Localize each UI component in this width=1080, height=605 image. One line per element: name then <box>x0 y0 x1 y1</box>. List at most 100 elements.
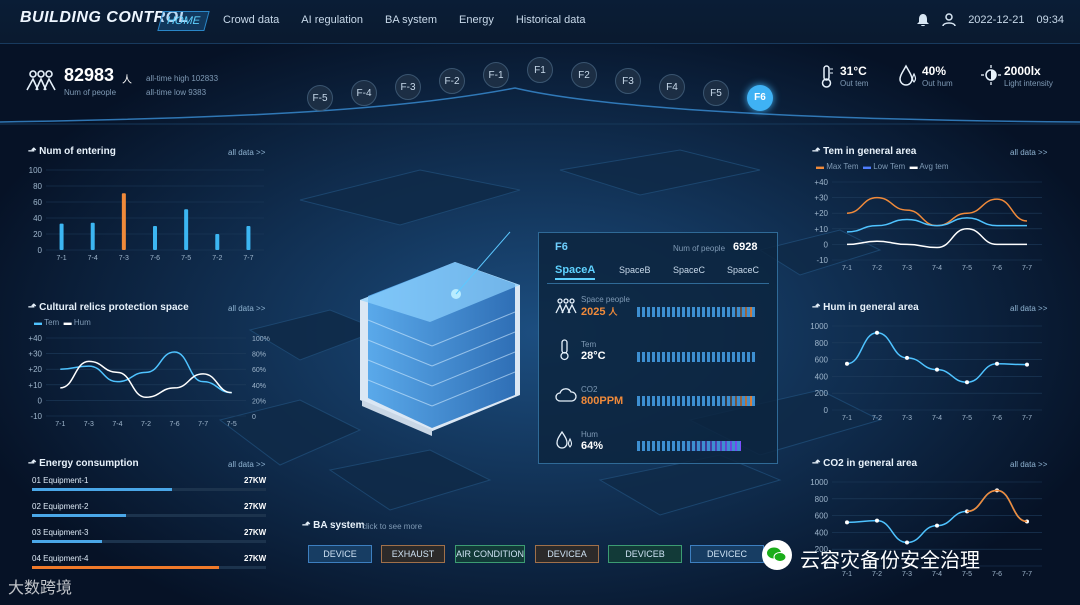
floor-detail-popup: F6 Num of people 6928 SpaceA SpaceB Spac… <box>538 232 778 464</box>
energy-item-label: 03 Equipment-3 <box>32 528 89 537</box>
floor-button-f-2[interactable]: F-2 <box>439 68 465 94</box>
energy-item-label: 02 Equipment-2 <box>32 502 89 511</box>
bell-icon[interactable] <box>916 13 930 27</box>
nav-ba-system[interactable]: BA system <box>379 11 443 31</box>
x-tick-label: 7-4 <box>932 265 942 272</box>
y-tick-label: +30 <box>814 194 828 203</box>
data-point <box>875 518 879 523</box>
floor-button-f-3[interactable]: F-3 <box>395 74 421 100</box>
nav-energy[interactable]: Energy <box>453 11 500 31</box>
nav-crowd-data[interactable]: Crowd data <box>217 11 285 31</box>
people-label: Num of people <box>64 88 117 97</box>
tab-space-b[interactable]: SpaceB <box>619 265 651 275</box>
y2-tick-label: 100% <box>252 336 270 343</box>
light-label: Light intensity <box>1004 79 1053 88</box>
ba-exhaust-button[interactable]: EXHAUST <box>381 545 445 563</box>
tab-space-c-2[interactable]: SpaceC <box>727 265 759 275</box>
nav-historical-data[interactable]: Historical data <box>510 11 592 31</box>
bar <box>215 234 220 250</box>
series-line <box>846 489 1028 544</box>
floor-button-f4[interactable]: F4 <box>659 74 685 100</box>
humarea-all-data-link[interactable]: all data >> <box>1010 304 1047 313</box>
tab-space-c[interactable]: SpaceC <box>673 265 705 275</box>
space-people-bar <box>637 307 755 317</box>
people-high: all-time high 102833 <box>146 74 219 83</box>
bar <box>121 193 126 250</box>
series-line <box>846 228 1027 249</box>
space-people-icon <box>555 298 577 314</box>
relics-chart: -10 0 +10 +20 +30 +40 0 20% 40% 60% 80% 100% 7-1 7-3 7… <box>28 334 270 428</box>
relics-all-data-link[interactable]: all data >> <box>228 304 265 313</box>
x-tick-label: 7-1 <box>57 255 67 262</box>
floor-button-f5[interactable]: F5 <box>703 80 729 106</box>
x-tick-label: 7-6 <box>150 255 160 262</box>
x-tick-label: 7-6 <box>992 571 1002 578</box>
y-tick-label: 0 <box>38 246 43 255</box>
floor-button-f2[interactable]: F2 <box>571 62 597 88</box>
ba-devicec-button[interactable]: DEVICEC <box>690 545 764 563</box>
metric-tem-value: 28°C <box>581 350 606 362</box>
popup-divider <box>547 283 769 284</box>
x-tick-label: 7-4 <box>932 415 942 422</box>
y-tick-label: 400 <box>815 528 829 537</box>
temarea-all-data-link[interactable]: all data >> <box>1010 148 1047 157</box>
floor-button-f-4[interactable]: F-4 <box>351 80 377 106</box>
ba-deviceb-button[interactable]: DEVICEB <box>608 545 682 563</box>
out-hum-label: Out hum <box>922 79 953 88</box>
data-point <box>875 330 879 335</box>
y-tick-label: +20 <box>814 209 828 218</box>
hum-icon <box>556 431 573 449</box>
x-tick-label: 7-3 <box>84 421 94 428</box>
entering-all-data-link[interactable]: all data >> <box>228 148 265 157</box>
entering-title: ⬏ Num of entering <box>28 146 116 157</box>
tab-space-a[interactable]: SpaceA <box>555 264 596 280</box>
floor-button-f3[interactable]: F3 <box>615 68 641 94</box>
main-nav: HOME Crowd data AI regulation BA system … <box>157 11 592 31</box>
floor-button-f-5[interactable]: F-5 <box>307 85 333 111</box>
bar <box>246 226 251 250</box>
people-count: 82983 <box>64 65 115 85</box>
x-tick-label: 7-3 <box>902 265 912 272</box>
user-icon[interactable] <box>942 13 956 27</box>
energy-item-value: 27KW <box>244 502 267 511</box>
co2area-all-data-link[interactable]: all data >> <box>1010 460 1047 469</box>
y-tick-label: 800 <box>815 495 829 504</box>
x-tick-label: 7-2 <box>872 415 882 422</box>
energy-item-value: 27KW <box>244 476 267 485</box>
y2-tick-label: 0 <box>252 414 256 421</box>
y-tick-label: 1000 <box>810 322 828 331</box>
energy-item-label: 04 Equipment-4 <box>32 554 89 563</box>
data-point <box>935 367 939 372</box>
energy-item-bar <box>32 540 102 543</box>
ba-hint: click to see more <box>362 522 423 531</box>
top-tools: 2022-12-21 09:34 <box>916 13 1064 27</box>
floor-button-f6[interactable]: F6 <box>747 85 773 111</box>
y2-tick-label: 60% <box>252 367 266 374</box>
ba-device-button[interactable]: DEVICE <box>308 545 372 563</box>
data-point <box>845 520 849 525</box>
out-tem-value: 31°C <box>840 64 867 78</box>
x-tick-label: 7-1 <box>842 415 852 422</box>
tem-icon <box>560 339 569 361</box>
y2-tick-label: 80% <box>252 352 266 359</box>
nav-home[interactable]: HOME <box>157 11 210 31</box>
metric-tem-label: Tem <box>581 340 597 349</box>
y-tick-label: 0 <box>824 240 829 249</box>
y2-tick-label: 40% <box>252 383 266 390</box>
energy-all-data-link[interactable]: all data >> <box>228 460 265 469</box>
out-hum-value: 40% <box>922 64 947 78</box>
y-tick-label: 400 <box>815 372 829 381</box>
y-tick-label: 80 <box>33 182 42 191</box>
metric-co2-label: CO2 <box>581 385 598 394</box>
y-tick-label: 800 <box>815 339 829 348</box>
nav-ai-regulation[interactable]: AI regulation <box>295 11 369 31</box>
energy-item-value: 27KW <box>244 528 267 537</box>
x-tick-label: 7-7 <box>1022 265 1032 272</box>
popup-people-label: Num of people <box>673 244 726 253</box>
ba-devicea-button[interactable]: DEVICEA <box>535 545 599 563</box>
ba-air-condition-button[interactable]: AIR CONDITION <box>455 545 525 563</box>
entering-chart: 0 20 40 60 80 100 7-1 7-4 7-3 7-6 7-5 7-2 7-7 <box>29 166 264 262</box>
floor-button-f-1[interactable]: F-1 <box>483 62 509 88</box>
y-tick-label: 40 <box>33 214 42 223</box>
floor-button-f1[interactable]: F1 <box>527 57 553 83</box>
